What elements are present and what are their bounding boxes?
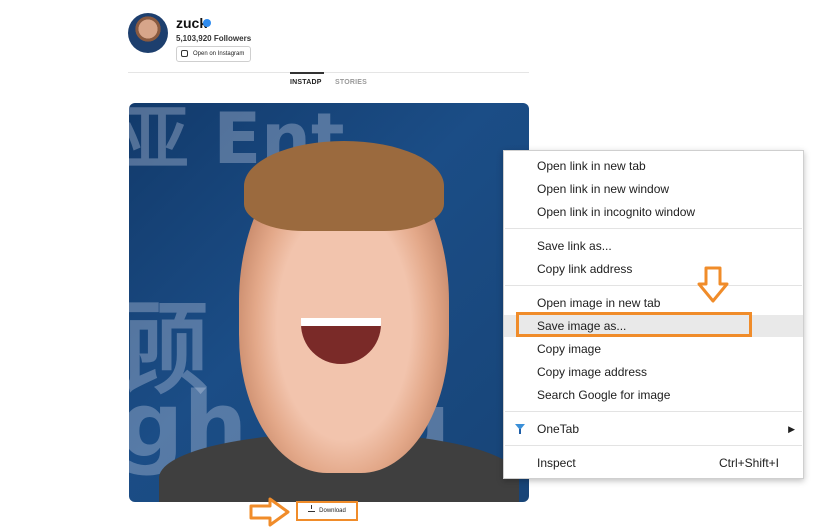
download-button[interactable]: Download: [296, 501, 358, 521]
menu-item-copy-image-address[interactable]: Copy image address: [504, 361, 803, 383]
active-tab-indicator: [290, 72, 324, 74]
menu-item-copy-image[interactable]: Copy image: [504, 338, 803, 360]
photo-hair: [244, 141, 444, 231]
menu-item-open-image-new-tab[interactable]: Open image in new tab: [504, 292, 803, 314]
menu-separator: [505, 285, 802, 286]
verified-badge-icon: [203, 19, 211, 27]
download-label: Download: [319, 508, 346, 514]
menu-item-copy-link-address[interactable]: Copy link address: [504, 258, 803, 280]
menu-item-open-link-new-tab[interactable]: Open link in new tab: [504, 155, 803, 177]
open-on-instagram-label: Open on Instagram: [193, 51, 245, 57]
right-arrow-icon: [249, 497, 290, 527]
profile-avatar: [128, 13, 168, 53]
tabs-divider: [128, 72, 529, 73]
tab-instadp[interactable]: INSTADP: [290, 79, 322, 86]
menu-item-onetab[interactable]: OneTab ▶: [504, 418, 803, 440]
followers-count: 5,103,920 Followers: [176, 34, 252, 43]
menu-item-open-link-incognito[interactable]: Open link in incognito window: [504, 201, 803, 223]
submenu-arrow-icon: ▶: [788, 424, 795, 434]
inspect-shortcut: Ctrl+Shift+I: [718, 456, 779, 470]
download-icon: [308, 505, 316, 512]
down-arrow-icon: [697, 266, 729, 303]
save-image-highlight-box: [516, 312, 752, 337]
menu-item-search-google-image[interactable]: Search Google for image: [504, 384, 803, 406]
menu-separator: [505, 445, 802, 446]
menu-item-save-link-as[interactable]: Save link as...: [504, 235, 803, 257]
instagram-icon: [181, 50, 188, 57]
onetab-icon: [515, 424, 525, 434]
menu-item-open-link-new-window[interactable]: Open link in new window: [504, 178, 803, 200]
tab-stories[interactable]: STORIES: [335, 79, 367, 86]
profile-photo[interactable]: 亚 Ent 顾 委 gh Stu: [129, 103, 529, 502]
open-on-instagram-button[interactable]: Open on Instagram: [176, 46, 252, 62]
menu-separator: [505, 228, 802, 229]
menu-item-inspect[interactable]: Inspect Ctrl+Shift+I: [504, 452, 803, 474]
menu-separator: [505, 411, 802, 412]
